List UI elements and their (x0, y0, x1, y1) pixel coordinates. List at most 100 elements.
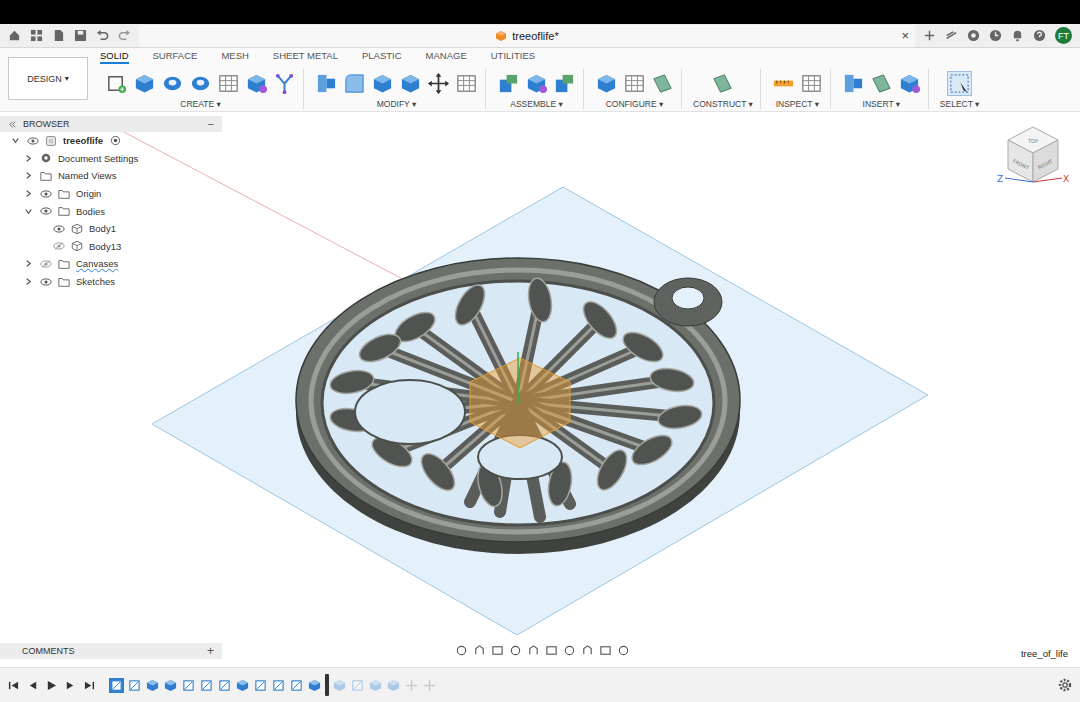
browser-item[interactable]: Canvases (0, 255, 222, 273)
redo-icon[interactable] (118, 29, 131, 42)
undo-icon[interactable] (96, 29, 109, 42)
model-scene[interactable]: TOPFRONTRIGHTZX (0, 112, 1080, 667)
sketch-tool-icon[interactable] (105, 72, 128, 95)
extrude-feature[interactable] (332, 678, 347, 693)
browser-item[interactable]: treeoflife (0, 132, 222, 150)
move-feature[interactable] (422, 678, 437, 693)
extrude-feature[interactable] (368, 678, 383, 693)
step-back-icon[interactable] (27, 680, 38, 691)
expand-arrow[interactable] (6, 135, 24, 147)
grid-tool-icon[interactable] (623, 72, 646, 95)
visibility-eye-icon[interactable] (50, 240, 68, 252)
dims-tool-icon[interactable] (772, 72, 795, 95)
clock-icon[interactable] (989, 29, 1002, 42)
expand-arrow[interactable] (19, 205, 37, 217)
sketch-feature[interactable] (127, 678, 142, 693)
browser-item[interactable]: Bodies (0, 202, 222, 220)
nav-tool-icon[interactable] (509, 644, 522, 657)
sketch-feature[interactable] (109, 678, 124, 693)
extensions-icon[interactable] (945, 29, 958, 42)
visibility-eye-icon[interactable] (37, 276, 55, 288)
sketch-feature[interactable] (350, 678, 365, 693)
active-component-icon[interactable] (110, 135, 121, 146)
ring-tool-icon[interactable] (189, 72, 212, 95)
ribbon-tab[interactable]: SOLID (100, 50, 129, 64)
tool-group-label[interactable]: SELECT ▾ (940, 99, 980, 109)
ribbon-tab[interactable]: PLASTIC (362, 50, 402, 64)
plane-tool-icon[interactable] (870, 72, 893, 95)
joint-tool-icon[interactable] (553, 72, 576, 95)
box-tool-icon[interactable] (371, 72, 394, 95)
browser-item[interactable]: Document Settings (0, 150, 222, 168)
box-tool-icon[interactable] (133, 72, 156, 95)
home-icon[interactable] (8, 29, 21, 42)
fillet-tool-icon[interactable] (343, 72, 366, 95)
arrows-tool-icon[interactable] (427, 72, 450, 95)
plane-tool-icon[interactable] (651, 72, 674, 95)
add-comment-button[interactable]: + (207, 644, 214, 658)
nav-tool-icon[interactable] (527, 644, 540, 657)
expand-arrow[interactable] (19, 258, 37, 270)
grid-tool-icon[interactable] (455, 72, 478, 95)
plane-tool-icon[interactable] (711, 72, 734, 95)
visibility-eye-icon[interactable] (37, 205, 55, 217)
expand-arrow[interactable] (19, 152, 37, 164)
comments-bar[interactable]: COMMENTS+ (0, 643, 222, 659)
file-icon[interactable] (52, 29, 65, 42)
box-tool-icon[interactable] (399, 72, 422, 95)
extrude-feature[interactable] (145, 678, 160, 693)
browser-item[interactable]: Body13 (0, 238, 222, 256)
sketch-feature[interactable] (253, 678, 268, 693)
pendant-model[interactable] (296, 258, 740, 554)
ribbon-tab[interactable]: MESH (221, 50, 248, 64)
nav-tool-icon[interactable] (455, 644, 468, 657)
nav-tool-icon[interactable] (581, 644, 594, 657)
joint-tool-icon[interactable] (497, 72, 520, 95)
nav-tool-icon[interactable] (545, 644, 558, 657)
boxp-tool-icon[interactable] (525, 72, 548, 95)
bell-icon[interactable] (1011, 29, 1024, 42)
double-chevron-icon[interactable] (8, 120, 17, 129)
sketch-feature[interactable] (181, 678, 196, 693)
sketch-feature[interactable] (271, 678, 286, 693)
browser-item[interactable]: Body1 (0, 220, 222, 238)
grid-tool-icon[interactable] (800, 72, 823, 95)
go-to-start-icon[interactable] (8, 680, 19, 691)
nav-tool-icon[interactable] (473, 644, 486, 657)
job-status-icon[interactable] (967, 29, 980, 42)
tool-group-label[interactable]: MODIFY ▾ (377, 99, 417, 109)
extrude-feature[interactable] (307, 678, 322, 693)
ribbon-tab[interactable]: SHEET METAL (273, 50, 338, 64)
document-tab[interactable]: treeoflife*× (139, 25, 915, 47)
origin-box[interactable] (470, 358, 570, 448)
ribbon-tab[interactable]: UTILITIES (491, 50, 535, 64)
select-tool-icon[interactable] (947, 71, 972, 96)
minimize-browser-button[interactable]: − (208, 118, 214, 130)
timeline-marker[interactable] (325, 674, 329, 696)
grid-icon[interactable] (30, 29, 43, 42)
extrude-feature[interactable] (235, 678, 250, 693)
visibility-eye-icon[interactable] (24, 135, 42, 147)
visibility-eye-icon[interactable] (37, 258, 55, 270)
nav-tool-icon[interactable] (491, 644, 504, 657)
new-tab-icon[interactable] (923, 29, 936, 42)
boxp-tool-icon[interactable] (898, 72, 921, 95)
tool-group-label[interactable]: CONFIGURE ▾ (606, 99, 664, 109)
sketch-feature[interactable] (199, 678, 214, 693)
help-icon[interactable] (1033, 29, 1046, 42)
ring-tool-icon[interactable] (161, 72, 184, 95)
tool-group-label[interactable]: INSERT ▾ (863, 99, 901, 109)
save-icon[interactable] (74, 29, 87, 42)
tool-group-label[interactable]: INSPECT ▾ (776, 99, 819, 109)
close-tab-button[interactable]: × (901, 28, 909, 43)
nav-tool-icon[interactable] (563, 644, 576, 657)
nav-tool-icon[interactable] (617, 644, 630, 657)
go-to-end-icon[interactable] (84, 680, 95, 691)
grid-tool-icon[interactable] (217, 72, 240, 95)
move-feature[interactable] (404, 678, 419, 693)
expand-arrow[interactable] (19, 170, 37, 182)
ribbon-tab[interactable]: MANAGE (426, 50, 467, 64)
fork-tool-icon[interactable] (273, 72, 296, 95)
gear-icon[interactable] (1058, 678, 1072, 692)
box-tool-icon[interactable] (595, 72, 618, 95)
